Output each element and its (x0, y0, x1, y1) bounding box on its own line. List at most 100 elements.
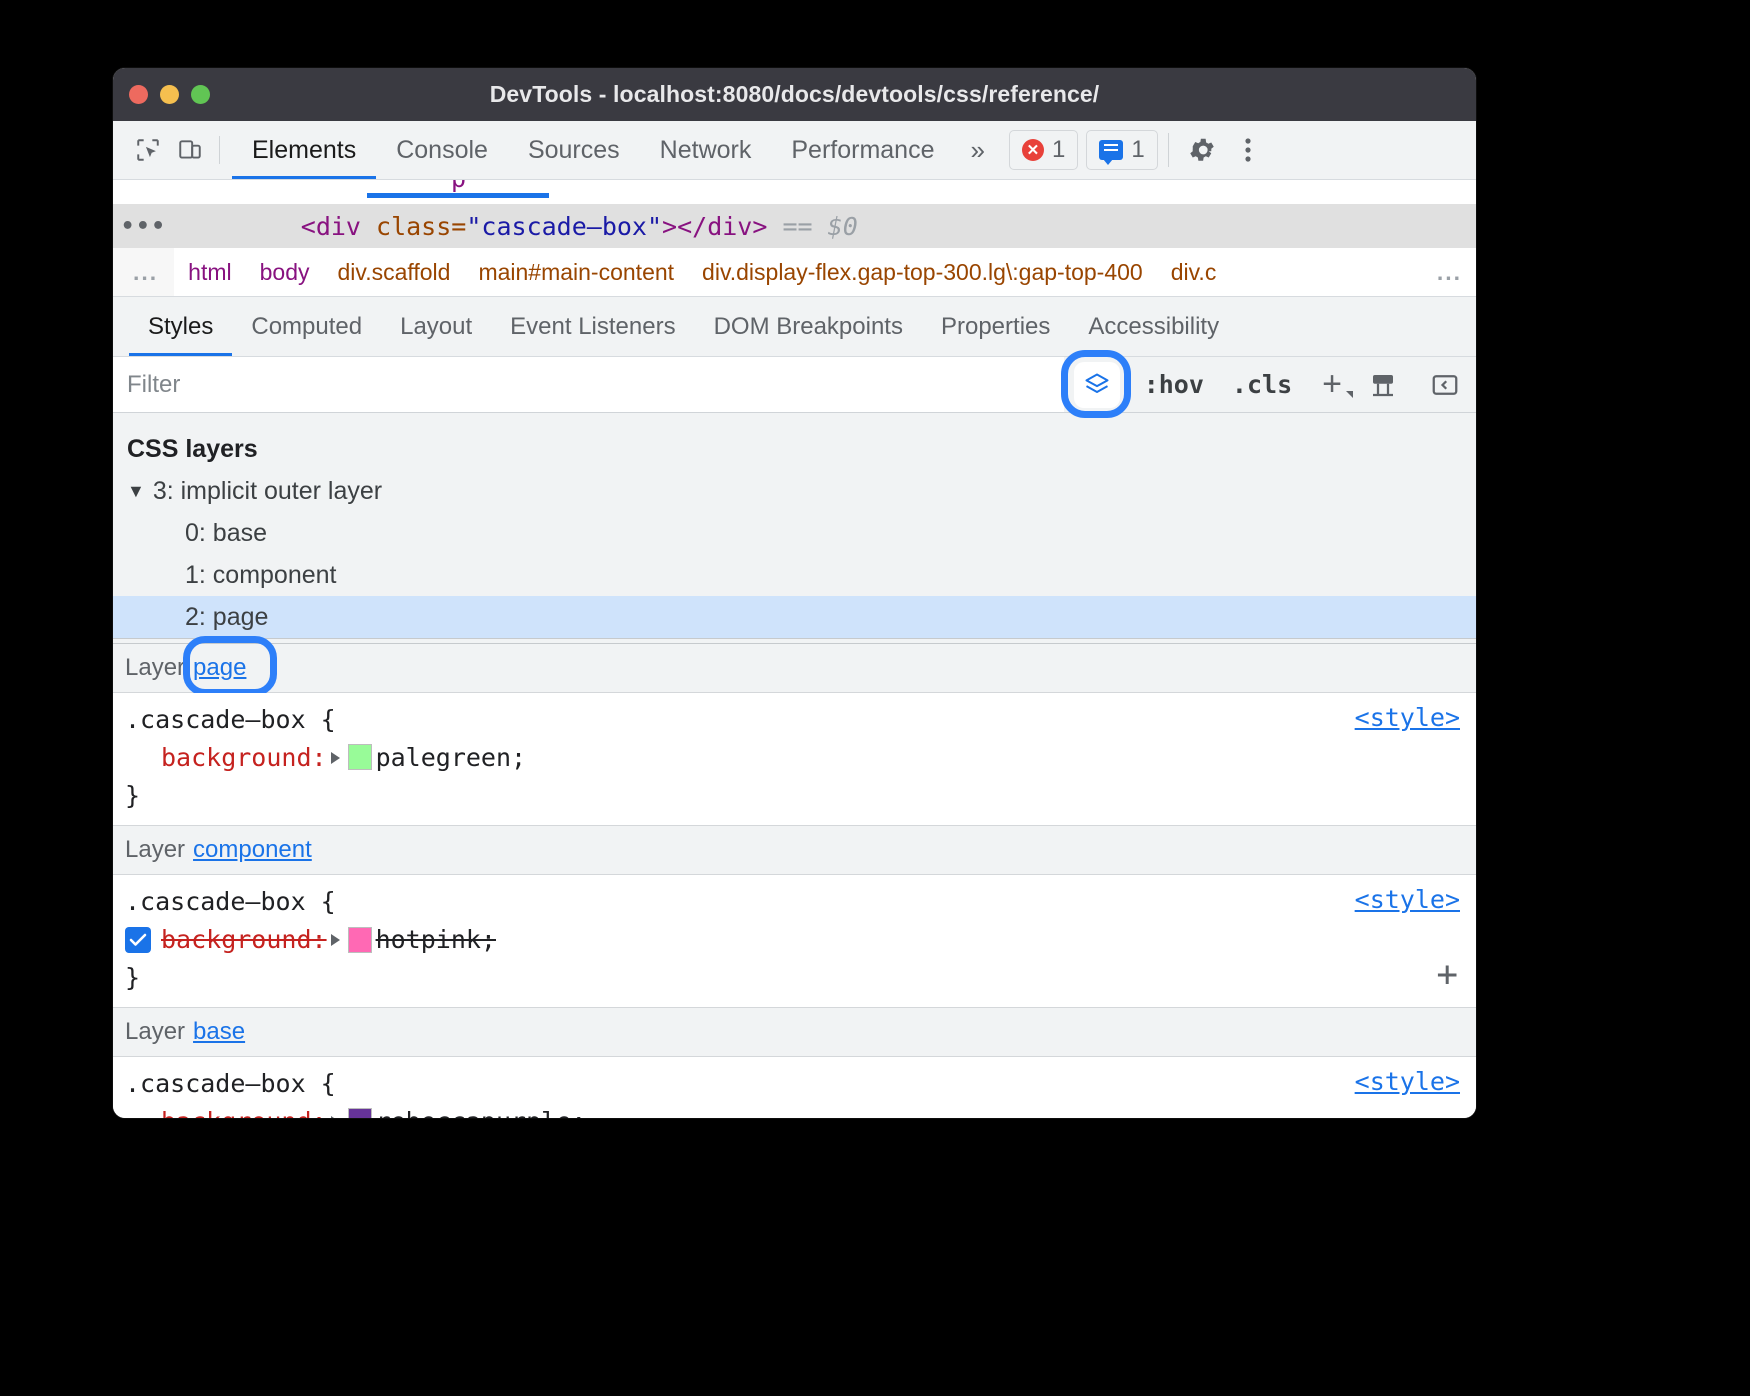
node-attr-value: "cascade–box" (466, 212, 662, 241)
panel-tab-styles[interactable]: Styles (129, 297, 232, 356)
panel-tab-layout[interactable]: Layout (381, 297, 491, 356)
panel-tab-computed[interactable]: Computed (232, 297, 381, 356)
toggle-sidebar-icon[interactable] (1422, 363, 1468, 407)
property-name-base[interactable]: background (161, 1107, 312, 1118)
rule-closing-brace-page: } (113, 777, 1476, 815)
breadcrumb-item-div-c[interactable]: div.c (1157, 248, 1231, 296)
css-layer-item-base[interactable]: 0: base (113, 512, 1476, 554)
panel-tab-dom-breakpoints[interactable]: DOM Breakpoints (695, 297, 922, 356)
node-closing-tag: </div> (677, 212, 767, 241)
message-count-button[interactable]: 1 (1086, 130, 1157, 170)
breadcrumb-item-main-content[interactable]: main#main-content (464, 248, 688, 296)
add-declaration-button[interactable]: + (1436, 957, 1458, 993)
breadcrumb-leading-ellipsis[interactable]: ... (113, 248, 174, 296)
node-space (361, 212, 376, 241)
breadcrumb[interactable]: ... html body div.scaffold main#main-con… (113, 248, 1476, 297)
css-layers-pane: CSS layers ▼ 3: implicit outer layer 0: … (113, 413, 1476, 638)
rule-declaration-page[interactable]: background:palegreen; (113, 739, 1476, 777)
error-count-button[interactable]: ✕ 1 (1009, 130, 1078, 170)
layer-word-page: Layer (125, 654, 185, 682)
layer-header-base: Layer base (113, 1008, 1476, 1057)
close-window-button[interactable] (129, 85, 148, 104)
property-name-component[interactable]: background (161, 921, 312, 959)
error-icon: ✕ (1022, 139, 1044, 161)
message-icon (1099, 140, 1123, 160)
property-value-component[interactable]: hotpink; (376, 921, 496, 959)
devtools-toolbar: Elements Console Sources Network Perform… (113, 121, 1476, 180)
dom-tree-sliver: p (113, 180, 1476, 204)
style-source-link-page[interactable]: <style> (1355, 703, 1460, 732)
tab-network[interactable]: Network (640, 121, 772, 179)
layer-header-page: Layer page (113, 644, 1476, 693)
minimize-window-button[interactable] (160, 85, 179, 104)
tab-elements[interactable]: Elements (232, 121, 376, 179)
gear-icon[interactable] (1179, 127, 1225, 173)
expand-shorthand-icon-base[interactable] (331, 1116, 340, 1118)
declaration-enabled-checkbox[interactable] (125, 927, 151, 953)
dom-row-ellipsis-icon[interactable]: ••• (121, 214, 167, 239)
property-name-page[interactable]: background (161, 743, 312, 772)
tab-sources[interactable]: Sources (508, 121, 640, 179)
rule-declaration-component[interactable]: background:hotpink; (113, 921, 1476, 959)
dom-partial-text: p (451, 180, 677, 193)
css-layer-item-component[interactable]: 1: component (113, 554, 1476, 596)
breadcrumb-item-html[interactable]: html (174, 248, 245, 296)
chevron-down-icon[interactable]: ▼ (127, 470, 145, 512)
breadcrumb-item-display-flex[interactable]: div.display-flex.gap-top-300.lg\:gap-top… (688, 248, 1157, 296)
layer-word-base: Layer (125, 1018, 185, 1046)
panel-tab-properties[interactable]: Properties (922, 297, 1069, 356)
node-close-bracket: > (662, 212, 677, 241)
tab-console[interactable]: Console (376, 121, 508, 179)
layer-link-component[interactable]: component (193, 836, 312, 864)
node-tag-name: div (316, 212, 361, 241)
expand-shorthand-icon[interactable] (331, 752, 340, 764)
css-layer-item-page[interactable]: 2: page (113, 596, 1476, 638)
more-tabs-chevron-icon[interactable]: » (954, 135, 1000, 166)
expand-shorthand-icon-component[interactable] (331, 934, 340, 946)
rule-selector-page[interactable]: .cascade–box { (113, 701, 1476, 739)
breadcrumb-item-div-scaffold[interactable]: div.scaffold (324, 248, 465, 296)
selected-dom-node-row[interactable]: ••• <div class="cascade–box"></div> == $… (113, 204, 1476, 248)
devtools-window: DevTools - localhost:8080/docs/devtools/… (113, 68, 1476, 1118)
dom-node-markup: <div class="cascade–box"></div> == $0 (301, 212, 858, 241)
css-layer-root-label: 3: implicit outer layer (153, 470, 382, 512)
filter-input[interactable] (113, 357, 1064, 412)
layer-link-base[interactable]: base (193, 1018, 245, 1046)
css-layer-root-node[interactable]: ▼ 3: implicit outer layer (113, 470, 1476, 512)
property-value-base[interactable]: rebeccapurple; (376, 1107, 587, 1118)
color-swatch-rebeccapurple[interactable] (348, 1108, 372, 1118)
property-value-page[interactable]: palegreen; (376, 743, 527, 772)
tab-performance[interactable]: Performance (771, 121, 954, 179)
panel-tab-event-listeners[interactable]: Event Listeners (491, 297, 694, 356)
style-rule-page: .cascade–box { background:palegreen; } <… (113, 693, 1476, 826)
css-layers-title: CSS layers (113, 427, 1476, 470)
error-count-label: 1 (1052, 136, 1065, 164)
layer-link-page[interactable]: page (193, 654, 246, 682)
color-swatch-hotpink[interactable] (348, 927, 372, 953)
computed-styles-sidebar-icon[interactable] (1360, 363, 1406, 407)
breadcrumb-trailing-ellipsis[interactable]: ... (1431, 248, 1476, 296)
breadcrumb-item-body[interactable]: body (246, 248, 324, 296)
toolbar-divider-2 (1168, 133, 1169, 167)
layer-header-component: Layer component (113, 826, 1476, 875)
inspect-element-icon[interactable] (127, 130, 169, 170)
hov-button[interactable]: :hov (1130, 370, 1218, 399)
css-layers-toggle-button[interactable] (1074, 362, 1120, 408)
cls-button[interactable]: .cls (1218, 370, 1306, 399)
window-controls[interactable] (129, 85, 210, 104)
device-toolbar-icon[interactable] (169, 130, 211, 170)
rule-declaration-base[interactable]: background:rebeccapurple; (113, 1103, 1476, 1118)
rule-selector-base[interactable]: .cascade–box { (113, 1065, 1476, 1103)
screenshot-root: DevTools - localhost:8080/docs/devtools/… (0, 0, 1750, 1396)
node-equals-marker: == (782, 212, 812, 241)
message-count-label: 1 (1131, 136, 1144, 164)
more-options-kebab-icon[interactable] (1225, 127, 1271, 173)
color-swatch-palegreen[interactable] (348, 744, 372, 770)
window-title: DevTools - localhost:8080/docs/devtools/… (113, 81, 1476, 108)
new-style-rule-button[interactable]: + (1306, 365, 1352, 404)
style-source-link-component[interactable]: <style> (1355, 885, 1460, 914)
rule-selector-component[interactable]: .cascade–box { (113, 883, 1476, 921)
style-source-link-base[interactable]: <style> (1355, 1067, 1460, 1096)
panel-tab-accessibility[interactable]: Accessibility (1069, 297, 1238, 356)
maximize-window-button[interactable] (191, 85, 210, 104)
